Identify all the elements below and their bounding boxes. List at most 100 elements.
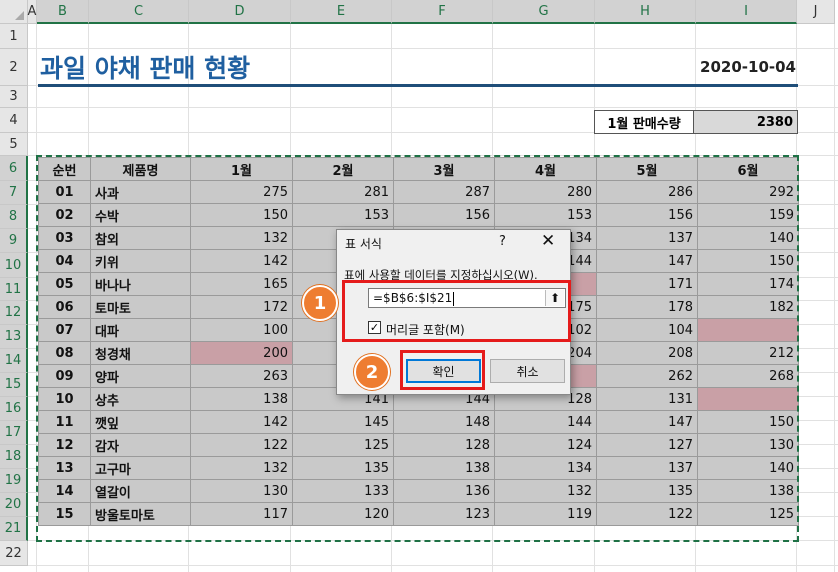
column-header-b[interactable]: B xyxy=(37,0,89,24)
select-all-corner[interactable] xyxy=(0,0,28,24)
column-header-e[interactable]: E xyxy=(291,0,392,24)
table-cell[interactable]: 171 xyxy=(596,272,698,296)
column-header-g[interactable]: G xyxy=(493,0,595,24)
table-cell[interactable]: 147 xyxy=(596,410,698,434)
table-cell[interactable]: 청경채 xyxy=(90,341,191,365)
row-header-3[interactable]: 3 xyxy=(0,86,28,108)
table-header-cell[interactable]: 5월 xyxy=(596,157,698,181)
row-header-1[interactable]: 1 xyxy=(0,24,28,49)
table-cell[interactable]: 132 xyxy=(190,456,293,480)
table-cell[interactable]: 122 xyxy=(190,433,293,457)
table-cell[interactable]: 참외 xyxy=(90,226,191,250)
table-cell[interactable] xyxy=(697,318,799,342)
table-cell[interactable]: 120 xyxy=(292,502,394,526)
table-cell[interactable]: 대파 xyxy=(90,318,191,342)
column-header-h[interactable]: H xyxy=(595,0,696,24)
table-cell[interactable] xyxy=(697,387,799,411)
table-cell[interactable]: 136 xyxy=(393,479,495,503)
table-cell[interactable]: 287 xyxy=(393,180,495,204)
table-cell[interactable]: 262 xyxy=(596,364,698,388)
table-cell[interactable]: 125 xyxy=(292,433,394,457)
table-cell[interactable]: 268 xyxy=(697,364,799,388)
row-header-21[interactable]: 21 xyxy=(0,517,28,541)
table-cell[interactable]: 06 xyxy=(38,295,91,319)
table-cell[interactable]: 수박 xyxy=(90,203,191,227)
table-cell[interactable]: 100 xyxy=(190,318,293,342)
table-cell[interactable]: 145 xyxy=(292,410,394,434)
table-cell[interactable]: 130 xyxy=(190,479,293,503)
table-cell[interactable]: 122 xyxy=(596,502,698,526)
table-header-cell[interactable]: 6월 xyxy=(697,157,799,181)
table-cell[interactable]: 135 xyxy=(292,456,394,480)
table-cell[interactable]: 03 xyxy=(38,226,91,250)
table-cell[interactable]: 11 xyxy=(38,410,91,434)
column-header-c[interactable]: C xyxy=(89,0,189,24)
table-cell[interactable]: 132 xyxy=(494,479,597,503)
table-cell[interactable]: 138 xyxy=(190,387,293,411)
table-cell[interactable]: 263 xyxy=(190,364,293,388)
table-cell[interactable]: 137 xyxy=(596,456,698,480)
table-cell[interactable]: 12 xyxy=(38,433,91,457)
table-cell[interactable]: 128 xyxy=(393,433,495,457)
table-cell[interactable]: 130 xyxy=(697,433,799,457)
collapse-dialog-icon[interactable]: ⬆ xyxy=(545,290,564,306)
table-cell[interactable]: 04 xyxy=(38,249,91,273)
row-header-2[interactable]: 2 xyxy=(0,49,28,86)
table-cell[interactable]: 138 xyxy=(393,456,495,480)
table-cell[interactable]: 13 xyxy=(38,456,91,480)
column-header-i[interactable]: I xyxy=(696,0,797,24)
table-cell[interactable]: 286 xyxy=(596,180,698,204)
table-cell[interactable]: 131 xyxy=(596,387,698,411)
column-header-j[interactable]: J xyxy=(797,0,835,24)
table-cell[interactable]: 150 xyxy=(697,410,799,434)
table-cell[interactable]: 144 xyxy=(494,410,597,434)
table-cell[interactable]: 양파 xyxy=(90,364,191,388)
table-cell[interactable]: 토마토 xyxy=(90,295,191,319)
table-cell[interactable]: 01 xyxy=(38,180,91,204)
table-header-cell[interactable]: 3월 xyxy=(393,157,495,181)
table-cell[interactable]: 153 xyxy=(292,203,394,227)
row-header-14[interactable]: 14 xyxy=(0,349,28,373)
table-cell[interactable]: 방울토마토 xyxy=(90,502,191,526)
table-cell[interactable]: 감자 xyxy=(90,433,191,457)
table-cell[interactable]: 127 xyxy=(596,433,698,457)
row-header-8[interactable]: 8 xyxy=(0,205,28,229)
table-cell[interactable]: 275 xyxy=(190,180,293,204)
table-cell[interactable]: 15 xyxy=(38,502,91,526)
table-cell[interactable]: 147 xyxy=(596,249,698,273)
table-cell[interactable]: 고구마 xyxy=(90,456,191,480)
header-row-checkbox-label[interactable]: 머리글 포함(M) xyxy=(386,321,465,338)
row-header-10[interactable]: 10 xyxy=(0,253,28,278)
row-header-12[interactable]: 12 xyxy=(0,301,28,325)
ok-button[interactable]: 확인 xyxy=(406,359,481,383)
table-cell[interactable]: 153 xyxy=(494,203,597,227)
row-header-4[interactable]: 4 xyxy=(0,108,28,133)
header-row-checkbox[interactable]: ✓ xyxy=(368,321,381,334)
table-cell[interactable]: 열갈이 xyxy=(90,479,191,503)
row-header-16[interactable]: 16 xyxy=(0,397,28,421)
table-cell[interactable]: 172 xyxy=(190,295,293,319)
table-cell[interactable]: 174 xyxy=(697,272,799,296)
table-cell[interactable]: 292 xyxy=(697,180,799,204)
table-cell[interactable]: 135 xyxy=(596,479,698,503)
column-header-d[interactable]: D xyxy=(189,0,291,24)
table-cell[interactable]: 138 xyxy=(697,479,799,503)
table-header-cell[interactable]: 순번 xyxy=(38,157,91,181)
row-header-9[interactable]: 9 xyxy=(0,229,28,253)
table-cell[interactable]: 200 xyxy=(190,341,293,365)
table-cell[interactable]: 137 xyxy=(596,226,698,250)
table-cell[interactable]: 133 xyxy=(292,479,394,503)
table-cell[interactable]: 140 xyxy=(697,226,799,250)
summary-label-cell[interactable]: 1월 판매수량 xyxy=(594,110,694,134)
table-cell[interactable]: 깻잎 xyxy=(90,410,191,434)
table-cell[interactable]: 212 xyxy=(697,341,799,365)
table-cell[interactable]: 104 xyxy=(596,318,698,342)
table-cell[interactable]: 178 xyxy=(596,295,698,319)
table-header-cell[interactable]: 4월 xyxy=(494,157,597,181)
table-cell[interactable]: 156 xyxy=(393,203,495,227)
help-icon[interactable]: ? xyxy=(499,234,506,249)
table-cell[interactable]: 150 xyxy=(190,203,293,227)
table-cell[interactable]: 125 xyxy=(697,502,799,526)
row-header-22[interactable]: 22 xyxy=(0,541,28,566)
column-header-a[interactable]: A xyxy=(28,0,37,24)
